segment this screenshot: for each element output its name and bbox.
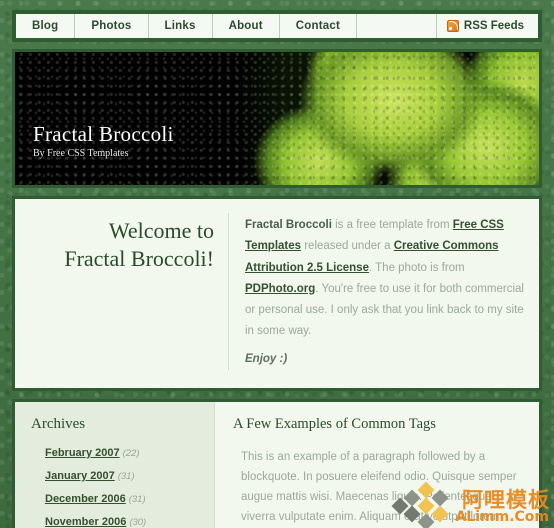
content-title: A Few Examples of Common Tags [233,415,436,432]
archive-link-february-2007[interactable]: February 2007 [45,447,120,459]
nav-item-links[interactable]: Links [149,14,213,38]
welcome-heading-line2: Fractal Broccoli! [64,245,214,271]
site-identity: Fractal Broccoli By Free CSS Templates [33,122,174,159]
broccoli-photo-texture [15,52,539,185]
archive-count: (31) [117,470,135,482]
site-tagline: By Free CSS Templates [33,148,129,159]
nav-item-label: Contact [295,20,341,32]
nav-item-label: Photos [91,20,132,32]
nav-item-label: Blog [32,20,59,32]
welcome-text-1: is a free template from [331,219,453,231]
page-title: Welcome to Fractal Broccoli! [29,217,214,272]
nav-item-label: About [228,20,263,32]
list-item: February 2007 (22) [45,447,202,459]
welcome-panel: Welcome to Fractal Broccoli! Fractal Bro… [12,196,542,391]
archive-link-january-2007[interactable]: January 2007 [45,470,115,482]
welcome-heading-column: Welcome to Fractal Broccoli! [29,213,229,370]
lower-section: Archives February 2007 (22) January 2007(… [12,398,542,528]
nav-item-blog[interactable]: Blog [16,14,76,38]
header-banner: Fractal Broccoli By Free CSS Templates [12,49,542,188]
archives-list: February 2007 (22) January 2007 (31) Decem… [31,447,202,528]
welcome-heading-line1: Welcome to [108,218,214,243]
nav-spacer [357,14,437,38]
nav-item-label: Links [164,20,196,32]
nav-item-about[interactable]: About [213,14,280,38]
page-root: Blog Photos Links About Contact RSS Feed… [0,0,554,528]
archive-link-november-2006[interactable]: November 2006 [45,516,126,528]
archives-sidebar: Archives February 2007 (22) January 2007(… [15,401,215,528]
list-item: November 2006 (30) [45,516,202,528]
brand-name: Fractal Broccoli [245,219,332,231]
nav-item-photos[interactable]: Photos [75,14,149,38]
welcome-text-2: released under a [301,240,394,253]
rss-feeds-label: RSS Feeds [463,20,524,32]
main-navigation: Blog Photos Links About Contact RSS Feed… [12,10,542,42]
archive-count: (30) [129,516,147,528]
enjoy-text: Enjoy :) [245,352,288,365]
content-paragraph: This is an example of a paragraph follow… [241,450,517,524]
welcome-text-3: . The photo is from [368,261,465,274]
welcome-paragraph: Fractal Broccoli is a free template from… [245,215,525,370]
pdphoto-link[interactable]: PDPhoto.org [245,283,315,295]
archives-title: Archives [31,415,86,432]
welcome-body-column: Fractal Broccoli is a free template from… [229,213,525,370]
nav-item-contact[interactable]: Contact [280,14,358,38]
welcome-section: Welcome to Fractal Broccoli! Fractal Bro… [15,199,539,388]
archive-count: (22) [122,447,140,459]
site-title: Fractal Broccoli [33,122,174,146]
archive-count: (31) [128,493,146,505]
archive-link-december-2006[interactable]: December 2006 [45,493,126,505]
list-item: January 2007 (31) [45,470,202,482]
main-content: A Few Examples of Common Tags This is an… [215,402,539,528]
list-item: December 2006 (31) [45,493,202,505]
rss-feeds-link[interactable]: RSS Feeds [437,14,538,38]
rss-icon [446,20,459,32]
